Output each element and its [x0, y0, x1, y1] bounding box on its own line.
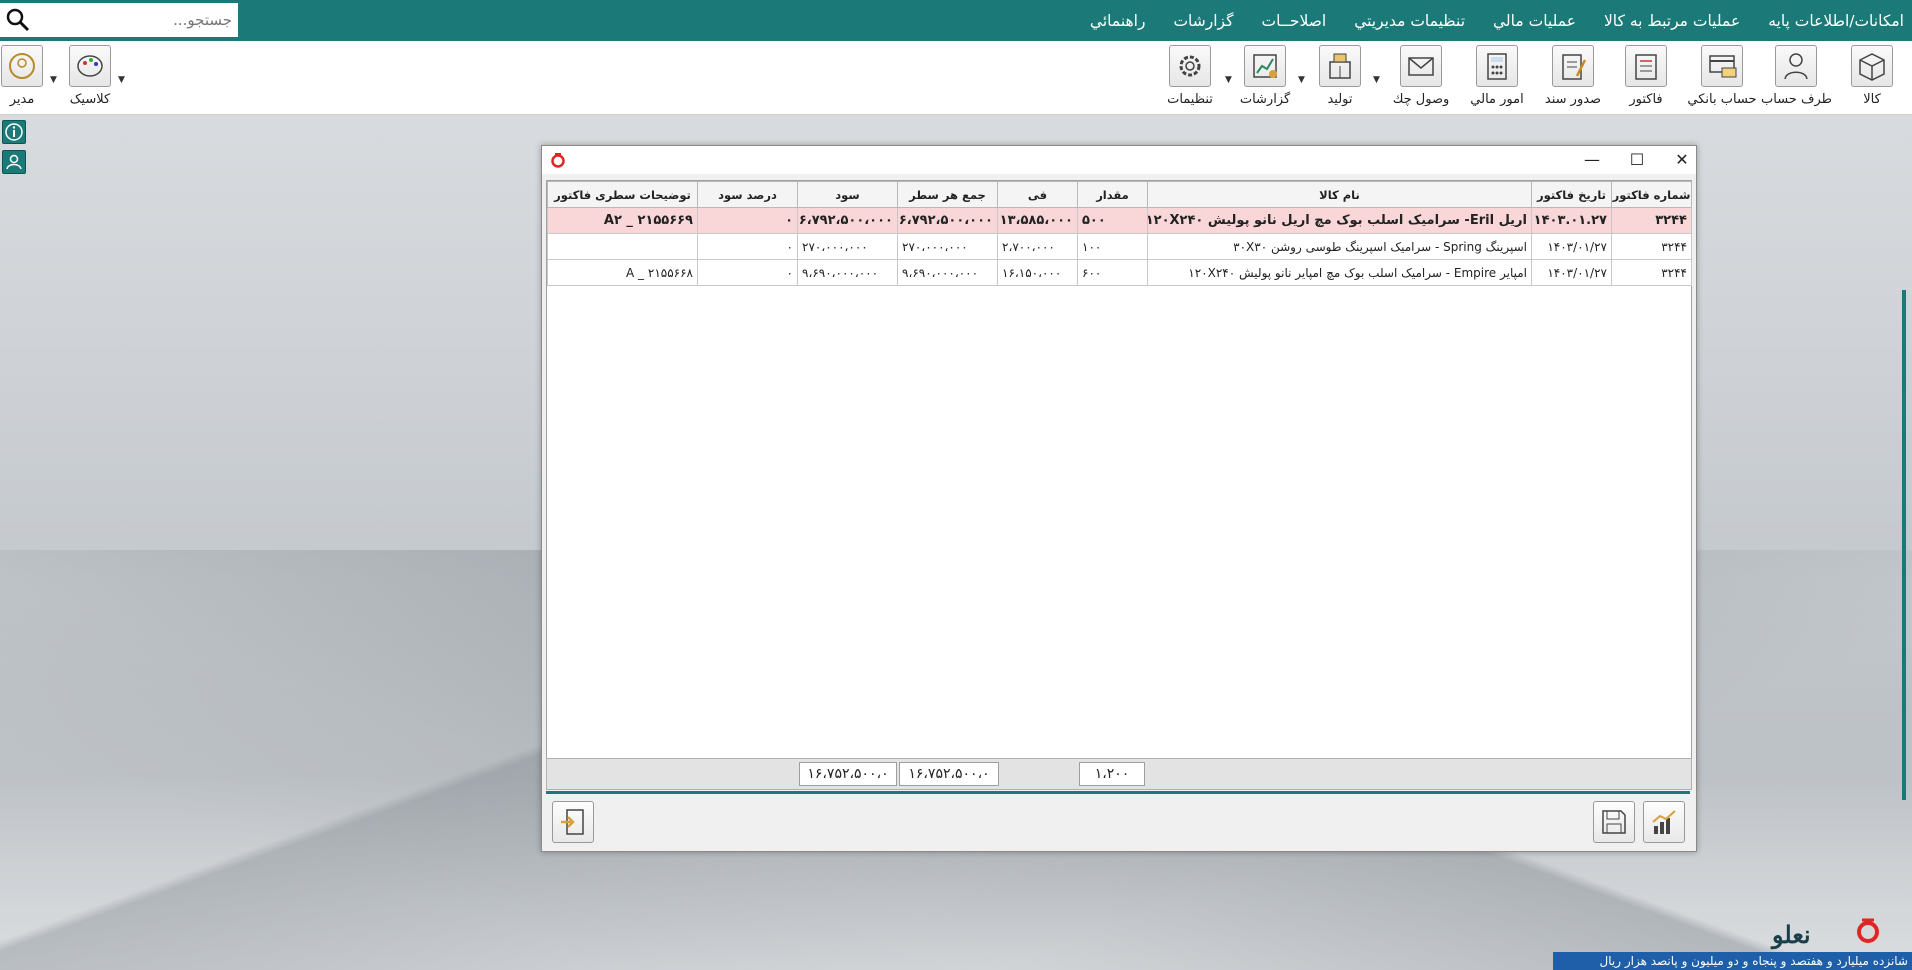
toolbar-check-receipt-button[interactable]: وصول چك [1386, 45, 1456, 107]
toolbar-goods-button[interactable]: کالا [1837, 45, 1907, 107]
col-profit[interactable]: سود [797, 181, 898, 208]
menu-financial-ops[interactable]: عمليات مالي [1479, 12, 1590, 30]
invoice-icon [1625, 45, 1667, 87]
gear-icon [1169, 45, 1211, 87]
toolbar-party-account-button[interactable]: طرف حساب [1761, 45, 1832, 107]
table-row[interactable]: ۳۲۴۴ ۱۴۰۳/۰۱/۲۷ اسپرینگ Spring - سرامیک … [547, 233, 1692, 260]
exit-button[interactable] [552, 801, 594, 843]
col-goods-name[interactable]: نام کالا [1147, 181, 1532, 208]
bar-chart-icon [1652, 810, 1676, 834]
box-icon [1851, 45, 1893, 87]
col-invoice-number[interactable]: شماره فاکتور [1611, 181, 1692, 208]
reports-dropdown-arrow[interactable]: ▼ [1298, 75, 1305, 85]
maximize-icon[interactable]: ☐ [1622, 150, 1652, 169]
toolbar-admin-user-button[interactable]: مدیر [0, 45, 57, 107]
menu-management-settings[interactable]: تنظيمات مديريتي [1340, 12, 1479, 30]
window-titlebar[interactable]: — ☐ ✕ [542, 146, 1696, 174]
report-chart-icon [1244, 45, 1286, 87]
envelope-icon [1400, 45, 1442, 87]
toolbar-production-button[interactable]: توليد [1305, 45, 1375, 107]
toolbar-classic-theme-button[interactable]: کلاسیک [55, 45, 125, 107]
toolbar-settings-button[interactable]: تنظيمات [1155, 45, 1225, 107]
profit-total: ۱۶،۷۵۲،۵۰۰،۰ [799, 762, 897, 786]
toolbar-bank-account-button[interactable]: حساب بانکي [1687, 45, 1757, 107]
col-quantity[interactable]: مقدار [1077, 181, 1148, 208]
search-icon[interactable] [6, 8, 30, 32]
menu-base-info[interactable]: امکانات/اطلاعات پایه [1754, 12, 1912, 30]
save-button[interactable] [1593, 801, 1635, 843]
toolbar-issue-document-button[interactable]: صدور سند [1538, 45, 1608, 107]
toolbar-reports-button[interactable]: گزارشات [1230, 45, 1300, 107]
contact-icon[interactable] [2, 150, 26, 174]
col-row-notes[interactable]: توضیحات سطری فاکتور [547, 181, 698, 208]
col-invoice-date[interactable]: تاريخ فاکتور [1531, 181, 1612, 208]
search-input[interactable] [40, 10, 234, 30]
col-profit-percent[interactable]: درصد سود [697, 181, 798, 208]
minimize-icon[interactable]: — [1577, 150, 1607, 169]
palette-icon [69, 45, 111, 87]
brand-logo-text: نعلو [1772, 920, 1811, 949]
col-unit-price[interactable]: فی [997, 181, 1078, 208]
desktop-scrollbar[interactable] [1902, 290, 1906, 800]
user-avatar-icon [1, 45, 43, 87]
app-logo-icon [551, 153, 565, 168]
production-dropdown-arrow[interactable]: ▼ [1373, 75, 1380, 85]
toolbar-financial-affairs-button[interactable]: امور مالي [1462, 45, 1532, 107]
floppy-disk-icon [1602, 810, 1626, 834]
menu-goods-ops[interactable]: عملیات مرتبط به کالا [1590, 12, 1754, 30]
user-dropdown-arrow[interactable]: ▼ [50, 75, 57, 85]
toolbar-invoice-button[interactable]: فاکتور [1611, 45, 1681, 107]
table-row[interactable]: ۳۲۴۴ ۱۴۰۳.۰۱.۲۷ اریل Eril- سرامیک اسلب ب… [547, 207, 1692, 234]
main-toolbar: کالا طرف حساب حساب بانکي فاکتور صدور سند… [0, 41, 1912, 115]
main-menubar: امکانات/اطلاعات پایه عملیات مرتبط به کال… [0, 0, 1912, 41]
bank-card-icon [1701, 45, 1743, 87]
settings-dropdown-arrow[interactable]: ▼ [1225, 75, 1232, 85]
menu-reports[interactable]: گزارشات [1159, 12, 1247, 30]
invoice-grid: شماره فاکتور تاريخ فاکتور نام کالا مقدار… [546, 180, 1692, 760]
table-header-row: شماره فاکتور تاريخ فاکتور نام کالا مقدار… [547, 181, 1692, 208]
menu-help[interactable]: راهنمائي [1076, 12, 1160, 30]
document-pen-icon [1552, 45, 1594, 87]
info-icon[interactable] [2, 120, 26, 144]
invoice-rows-window: — ☐ ✕ شماره فاکتور تاريخ فاکتور نام کالا… [541, 145, 1697, 852]
status-amount-in-words: شانزده ميليارد و هفتصد و پنجاه و دو ميلي… [1553, 952, 1912, 970]
factory-icon [1319, 45, 1361, 87]
close-icon[interactable]: ✕ [1667, 150, 1697, 169]
exit-door-icon [561, 809, 584, 835]
footer-separator [546, 791, 1690, 794]
person-icon [1775, 45, 1817, 87]
chart-analysis-button[interactable] [1643, 801, 1685, 843]
calculator-icon [1476, 45, 1518, 87]
invoice-table: شماره فاکتور تاريخ فاکتور نام کالا مقدار… [547, 181, 1692, 286]
search-box [0, 3, 238, 37]
totals-footer: ۱،۲۰۰ ۱۶،۷۵۲،۵۰۰،۰ ۱۶،۷۵۲،۵۰۰،۰ [546, 758, 1692, 790]
row-sum-total: ۱۶،۷۵۲،۵۰۰،۰ [899, 762, 999, 786]
theme-dropdown-arrow[interactable]: ▼ [118, 75, 125, 85]
quantity-total: ۱،۲۰۰ [1079, 762, 1145, 786]
menu-corrections[interactable]: اصلاحــات [1248, 12, 1341, 30]
table-row[interactable]: ۳۲۴۴ ۱۴۰۳/۰۱/۲۷ امپایر Empire - سرامیک ا… [547, 259, 1692, 286]
col-row-total[interactable]: جمع هر سطر [897, 181, 998, 208]
